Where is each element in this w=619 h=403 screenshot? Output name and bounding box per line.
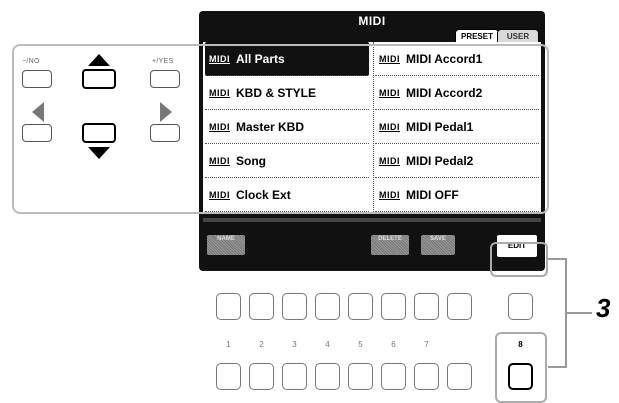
- upper-button-4[interactable]: [315, 293, 340, 320]
- cursor-button-panel: −/NO +/YES: [12, 44, 187, 214]
- tab-preset[interactable]: PRESET: [455, 29, 499, 43]
- list-item-label: MIDI Accord1: [406, 51, 483, 66]
- yes-label: +/YES: [152, 58, 174, 65]
- yes-button[interactable]: [150, 70, 180, 88]
- cursor-up-button[interactable]: [82, 69, 116, 89]
- screen-divider: [203, 218, 541, 222]
- midi-icon: MIDI: [209, 53, 230, 64]
- column-divider: [373, 42, 374, 214]
- cursor-left-button[interactable]: [22, 124, 52, 142]
- upper-button-2[interactable]: [249, 293, 274, 320]
- list-item-label: KBD & STYLE: [236, 85, 317, 100]
- lower-button-2[interactable]: [249, 363, 274, 390]
- list-item-label: Clock Ext: [236, 187, 291, 202]
- list-item-midi-off[interactable]: MIDI MIDI OFF: [375, 178, 539, 212]
- list-item-midi-pedal1[interactable]: MIDI MIDI Pedal1: [375, 110, 539, 144]
- lower-button-8[interactable]: [508, 363, 533, 390]
- midi-icon: MIDI: [209, 87, 230, 98]
- list-item-label: MIDI Accord2: [406, 85, 483, 100]
- callout-line: [548, 258, 566, 260]
- delete-soft-button[interactable]: DELETE: [371, 235, 409, 255]
- list-item-master-kbd[interactable]: MIDI Master KBD: [205, 110, 369, 144]
- button-number-4: 4: [325, 340, 330, 349]
- edit-button-callout: [490, 242, 548, 277]
- tab-user[interactable]: USER: [497, 29, 539, 43]
- list-item-clock-ext[interactable]: MIDI Clock Ext: [205, 178, 369, 212]
- lower-button-4[interactable]: [315, 363, 340, 390]
- list-item-all-parts[interactable]: MIDI All Parts: [205, 42, 369, 76]
- button-number-8: 8: [518, 340, 523, 349]
- no-button[interactable]: [22, 70, 52, 88]
- upper-button-8-edit[interactable]: [508, 293, 533, 320]
- lcd-screen: MIDI PRESET USER MIDI All Parts MIDI KBD…: [199, 11, 545, 271]
- midi-icon: MIDI: [379, 121, 400, 132]
- midi-icon: MIDI: [209, 121, 230, 132]
- cursor-down-arrow-icon: [88, 147, 110, 159]
- button-number-2: 2: [259, 340, 264, 349]
- upper-button-3[interactable]: [282, 293, 307, 320]
- midi-icon: MIDI: [379, 155, 400, 166]
- midi-icon: MIDI: [209, 155, 230, 166]
- button-number-6: 6: [391, 340, 396, 349]
- lower-button-3[interactable]: [282, 363, 307, 390]
- lower-button-7b[interactable]: [447, 363, 472, 390]
- no-label: −/NO: [22, 58, 40, 65]
- list-item-label: MIDI Pedal2: [406, 153, 474, 168]
- list-item-label: Song: [236, 153, 266, 168]
- lower-button-1[interactable]: [216, 363, 241, 390]
- list-item-label: All Parts: [236, 51, 285, 66]
- list-item-midi-accord2[interactable]: MIDI MIDI Accord2: [375, 76, 539, 110]
- upper-button-5[interactable]: [348, 293, 373, 320]
- button-number-1: 1: [226, 340, 231, 349]
- list-item-kbd-style[interactable]: MIDI KBD & STYLE: [205, 76, 369, 110]
- step-number: 3: [596, 293, 611, 323]
- lower-button-7[interactable]: [414, 363, 439, 390]
- cursor-left-arrow-icon: [32, 102, 44, 122]
- button-number-5: 5: [358, 340, 363, 349]
- upper-button-6[interactable]: [381, 293, 406, 320]
- save-soft-button[interactable]: SAVE: [421, 235, 455, 255]
- midi-template-list: MIDI All Parts MIDI KBD & STYLE MIDI Mas…: [203, 42, 541, 214]
- lower-button-6[interactable]: [381, 363, 406, 390]
- midi-icon: MIDI: [379, 53, 400, 64]
- list-item-midi-pedal2[interactable]: MIDI MIDI Pedal2: [375, 144, 539, 178]
- button-number-7: 7: [424, 340, 429, 349]
- cursor-down-button[interactable]: [82, 123, 116, 143]
- upper-button-1[interactable]: [216, 293, 241, 320]
- midi-icon: MIDI: [209, 189, 230, 200]
- button-number-3: 3: [292, 340, 297, 349]
- lower-button-5[interactable]: [348, 363, 373, 390]
- list-item-label: MIDI Pedal1: [406, 119, 474, 134]
- name-soft-button[interactable]: NAME: [207, 235, 245, 255]
- callout-line: [566, 312, 592, 314]
- cursor-right-button[interactable]: [150, 124, 180, 142]
- callout-line: [548, 366, 566, 368]
- screen-title: MIDI: [358, 14, 386, 28]
- midi-icon: MIDI: [379, 87, 400, 98]
- upper-button-8[interactable]: [447, 293, 472, 320]
- upper-button-7[interactable]: [414, 293, 439, 320]
- midi-icon: MIDI: [379, 189, 400, 200]
- list-item-midi-accord1[interactable]: MIDI MIDI Accord1: [375, 42, 539, 76]
- list-item-label: Master KBD: [236, 119, 305, 134]
- cursor-right-arrow-icon: [160, 102, 172, 122]
- list-item-label: MIDI OFF: [406, 187, 459, 202]
- cursor-up-arrow-icon: [88, 54, 110, 66]
- list-item-song[interactable]: MIDI Song: [205, 144, 369, 178]
